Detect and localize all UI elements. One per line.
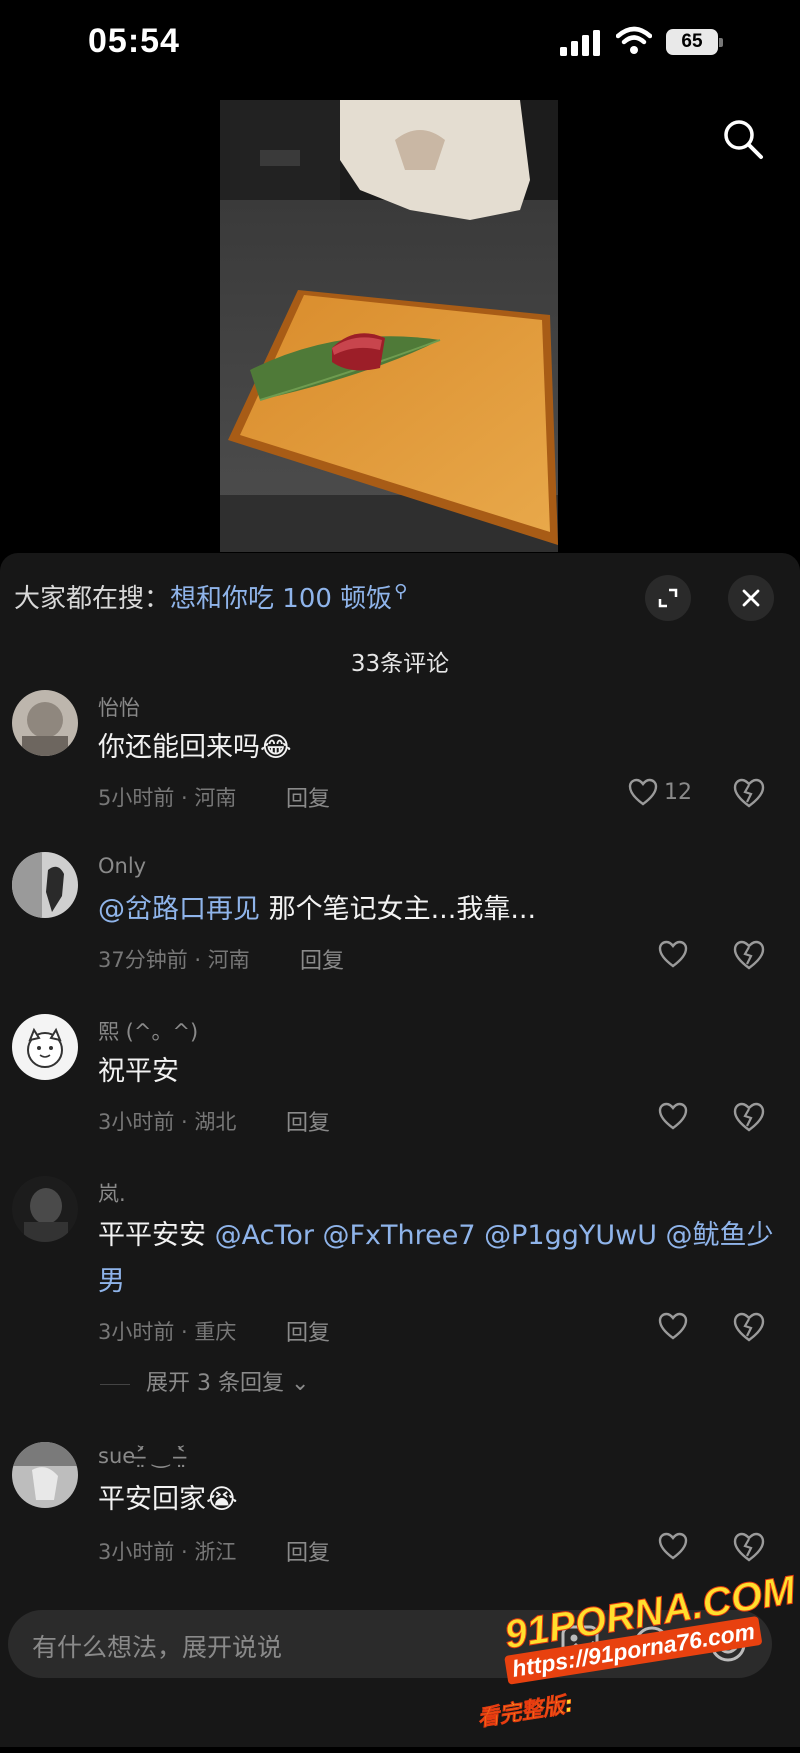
search-small-icon: ⚲ (394, 581, 408, 603)
comment-text: 你还能回来吗😂 (98, 732, 292, 763)
like-button[interactable] (658, 1102, 688, 1130)
like-count: 12 (664, 779, 692, 805)
reply-button[interactable]: 回复 (286, 781, 330, 813)
search-icon[interactable] (722, 118, 764, 160)
heart-icon (658, 1312, 688, 1340)
hot-search-prefix: 大家都在搜： (14, 584, 171, 614)
close-icon (742, 589, 760, 607)
comment-username[interactable]: 岚. (98, 1178, 126, 1208)
watermark-tag: 看完整版: (475, 1692, 576, 1732)
comment-count: 33条评论 (350, 651, 450, 677)
heart-icon (658, 940, 688, 968)
hot-search-bar[interactable]: 大家都在搜：想和你吃 100 顿饭 ⚲ (14, 578, 407, 615)
avatar[interactable] (12, 1176, 78, 1242)
comment-text: @岔路口再见 那个笔记女主...我靠... (98, 894, 537, 925)
video-frame-image (220, 100, 558, 552)
expand-replies-button[interactable]: 展开 3 条回复 ⌄ (100, 1365, 309, 1397)
hot-search-term[interactable]: 想和你吃 100 顿饭 (170, 584, 392, 614)
battery-level: 65 (666, 29, 718, 55)
cellular-signal-icon (560, 30, 600, 56)
video-player[interactable] (220, 100, 558, 552)
comment-meta: 3小时前 · 浙江 (98, 1540, 237, 1564)
heart-icon (658, 1102, 688, 1130)
avatar[interactable] (12, 1442, 78, 1508)
comment-text: 平平安安 @AcTor @FxThree7 @P1ggYUwU @鱿鱼少 (98, 1220, 774, 1251)
mention-link[interactable]: @岔路口再见 (98, 894, 260, 925)
avatar[interactable] (12, 690, 78, 756)
battery-indicator: 65 (666, 29, 724, 57)
status-time: 05:54 (88, 22, 180, 60)
reply-button[interactable]: 回复 (286, 1105, 330, 1137)
like-button[interactable]: 12 (628, 778, 692, 806)
wifi-icon (616, 26, 652, 54)
reply-button[interactable]: 回复 (300, 943, 344, 975)
comment-meta: 5小时前 · 河南 (98, 786, 237, 810)
like-button[interactable] (658, 1532, 688, 1560)
reply-button[interactable]: 回复 (286, 1315, 330, 1347)
dislike-icon[interactable] (733, 1312, 765, 1342)
chevron-down-icon: ⌄ (290, 1371, 310, 1396)
comment-username[interactable]: 熙 (^。^) (98, 1016, 198, 1046)
reply-button[interactable]: 回复 (286, 1535, 330, 1567)
avatar[interactable] (12, 852, 78, 918)
laugh-cry-emoji: 😂 (260, 732, 292, 763)
dislike-icon[interactable] (733, 1102, 765, 1132)
mention-links[interactable]: @AcTor @FxThree7 @P1ggYUwU @鱿鱼少 (206, 1220, 774, 1251)
avatar[interactable] (12, 1014, 78, 1080)
dislike-icon[interactable] (733, 778, 765, 808)
comment-input-placeholder[interactable]: 有什么想法，展开说说 (32, 1628, 282, 1664)
comment-username[interactable]: sue˃̶̤́ ‿ ˂̶̤̀ (98, 1444, 186, 1468)
dislike-icon[interactable] (733, 1532, 765, 1562)
comment-username[interactable]: Only (98, 854, 146, 878)
expand-icon (658, 588, 678, 608)
comment-text-continued: 男 (98, 1266, 125, 1297)
comment-meta: 37分钟前 · 河南 (98, 948, 250, 972)
close-button[interactable] (728, 575, 774, 621)
comment-meta: 3小时前 · 湖北 (98, 1110, 237, 1134)
comment-text: 平安回家😭 (98, 1484, 238, 1515)
crying-emoji: 😭 (206, 1484, 238, 1515)
like-button[interactable] (658, 1312, 688, 1340)
comment-text: 祝平安 (98, 1056, 179, 1087)
dislike-icon[interactable] (733, 940, 765, 970)
comment-meta: 3小时前 · 重庆 (98, 1320, 237, 1344)
heart-icon (628, 778, 658, 806)
expand-replies-label: 展开 3 条回复 (146, 1371, 284, 1396)
expand-button[interactable] (645, 575, 691, 621)
like-button[interactable] (658, 940, 688, 968)
heart-icon (658, 1532, 688, 1560)
comment-username[interactable]: 怡怡 (98, 692, 140, 722)
